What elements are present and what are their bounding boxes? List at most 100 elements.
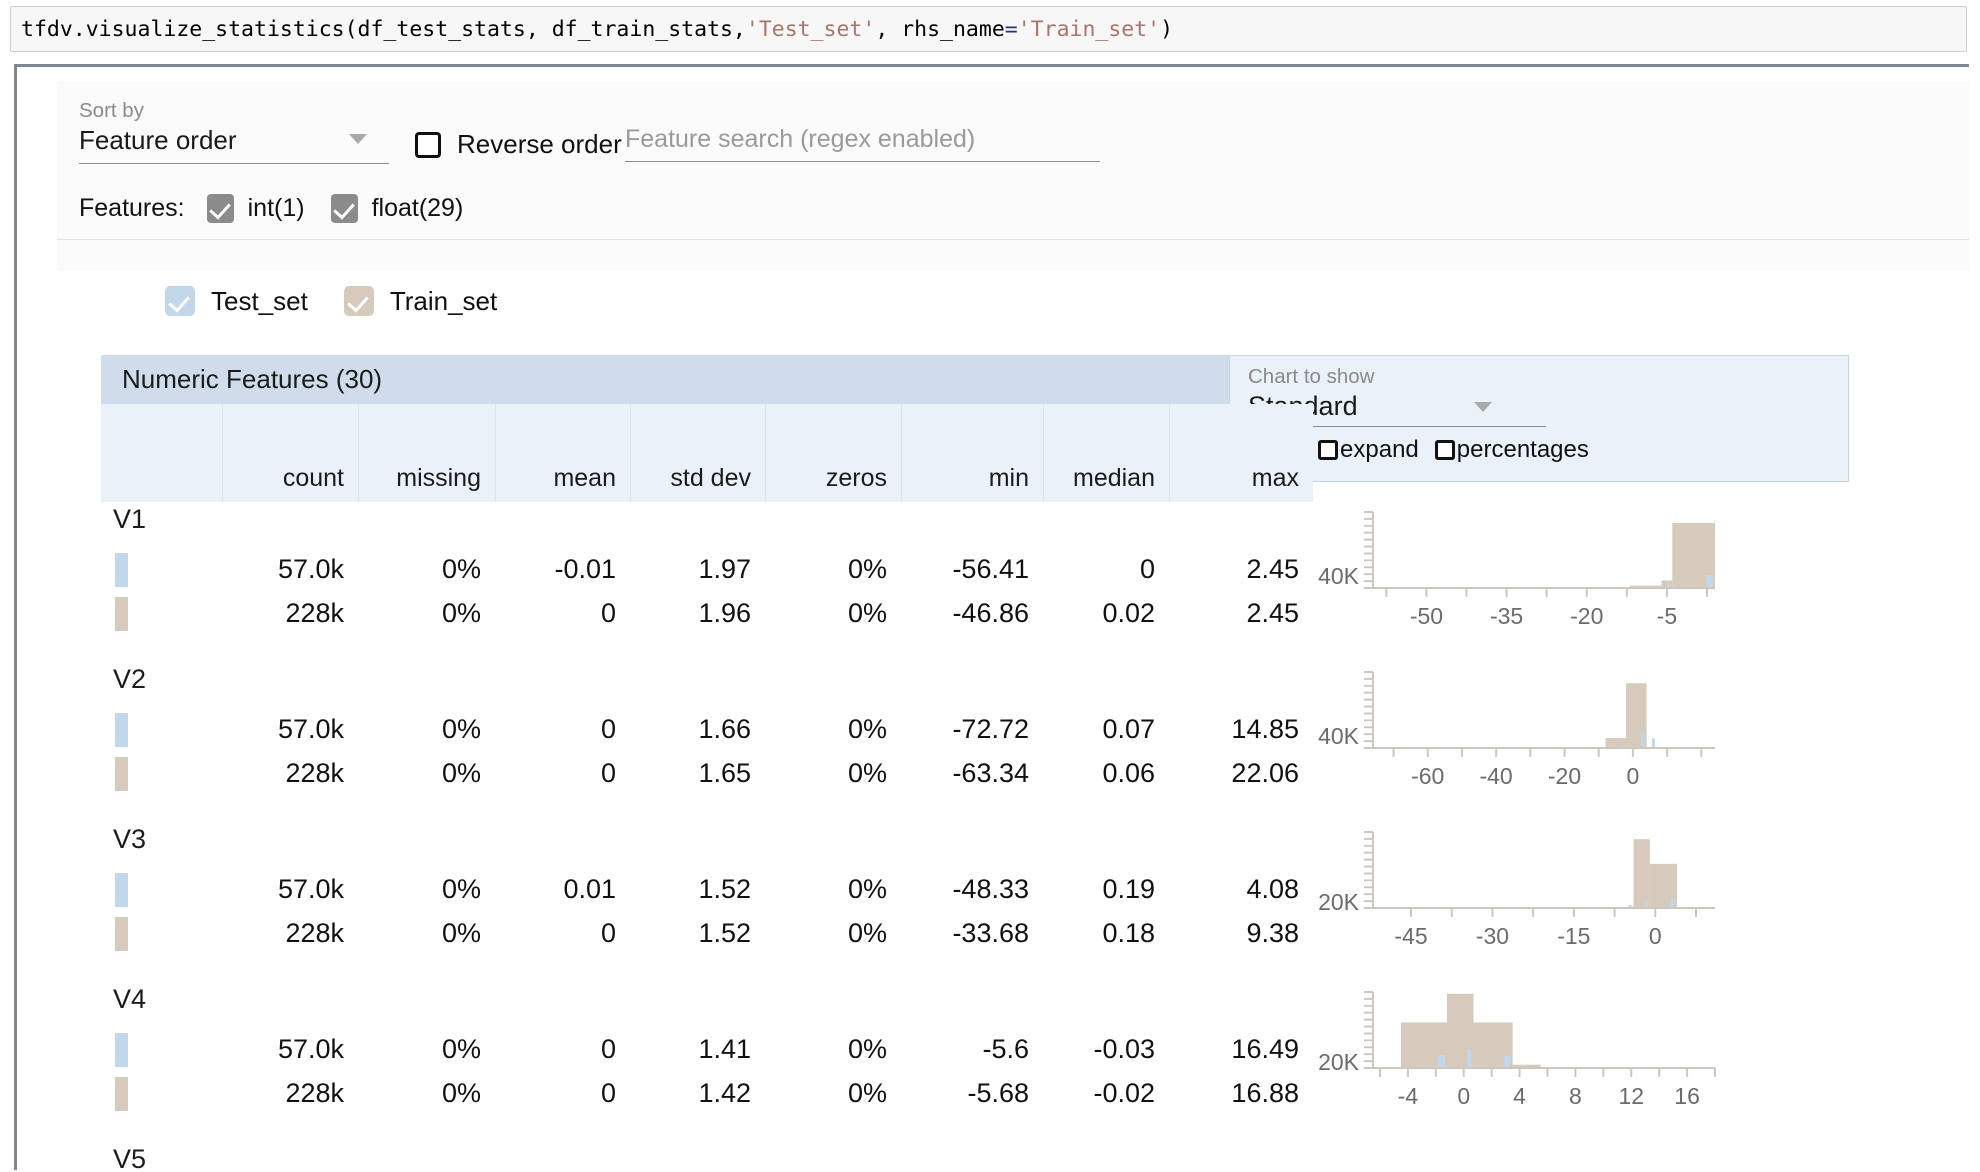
table-row: 57.0k 0% -0.01 1.97 0% -56.41 0 2.45	[101, 547, 1313, 591]
feature-name: V2	[113, 664, 147, 694]
table-row: 228k 0% 0 1.65 0% -63.34 0.06 22.06	[101, 751, 1313, 795]
cell-zeros: 0%	[847, 1033, 887, 1064]
feature-type-float-checkbox[interactable]: float(29)	[330, 194, 464, 223]
feature-type-int-checkbox[interactable]: int(1)	[206, 194, 305, 223]
reverse-order-label: Reverse order	[457, 129, 622, 159]
table-row: 228k 0% 0 1.42 0% -5.68 -0.02 16.88	[101, 1071, 1313, 1115]
cell-count: 57.0k	[277, 1033, 344, 1064]
numeric-features-title-row: Numeric Features (30)	[101, 355, 1313, 404]
x-axis-tick-label: 0	[1627, 763, 1640, 789]
reverse-order-checkbox[interactable]: Reverse order	[415, 129, 622, 160]
dataset-toggle-train-set[interactable]: Train_set	[343, 286, 497, 317]
cell-max: 14.85	[1231, 713, 1299, 744]
checkbox-checked-icon	[330, 194, 358, 223]
feature-type-float-label: float(29)	[371, 194, 464, 222]
feature-name: V3	[113, 824, 147, 854]
feature-type-int-label: int(1)	[247, 194, 305, 222]
cell-count: 228k	[285, 597, 344, 628]
cell-count: 57.0k	[277, 553, 344, 584]
column-header-min[interactable]: min	[901, 404, 1043, 502]
checkbox-checked-icon	[206, 194, 234, 223]
cell-max: 22.06	[1231, 757, 1299, 788]
column-header-missing[interactable]: missing	[358, 404, 495, 502]
y-axis-tick-label: 20K	[1318, 1049, 1360, 1075]
cell-mean: 0	[600, 1033, 616, 1064]
histogram-bar-test	[1651, 738, 1655, 748]
feature-histogram[interactable]: 20K -4 0 4 8 12 16	[1313, 984, 1743, 1112]
cell-mean: 0	[600, 757, 616, 788]
cell-count: 228k	[285, 1077, 344, 1108]
column-header-max[interactable]: max	[1169, 404, 1313, 502]
sort-by-value: Feature order	[79, 125, 237, 155]
feature-search-placeholder: Feature search (regex enabled)	[625, 125, 976, 153]
x-axis-tick-label: 8	[1569, 1083, 1582, 1109]
checkbox-checked-icon	[343, 286, 374, 316]
cell-mean: 0	[600, 1077, 616, 1108]
feature-histogram[interactable]: 20K -45 -30 -15 0	[1313, 824, 1743, 952]
cell-min: -5.6	[982, 1033, 1029, 1064]
cell-std-dev: 1.41	[698, 1033, 751, 1064]
histogram-bar-train	[1661, 580, 1673, 588]
cell-mean: 0.01	[563, 873, 616, 904]
cell-std-dev: 1.96	[698, 597, 751, 628]
cell-zeros: 0%	[847, 757, 887, 788]
cell-zeros: 0%	[847, 873, 887, 904]
feature-block: V2 57.0k 0% 0 1.66 0% -72.72 0.07 14.85 228k 0% 0 1.…	[101, 662, 1969, 822]
x-axis-tick-label: -20	[1570, 603, 1603, 629]
feature-histogram[interactable]: 40K -60 -40 -20 0	[1313, 664, 1743, 792]
column-header-median[interactable]: median	[1043, 404, 1169, 502]
cell-max: 2.45	[1246, 553, 1299, 584]
column-header-std-dev[interactable]: std dev	[630, 404, 765, 502]
cell-median: 0	[1139, 553, 1155, 584]
code-equals: =	[1004, 16, 1018, 42]
x-axis-tick-label: -30	[1476, 923, 1509, 949]
x-axis-tick-label: -5	[1657, 603, 1677, 629]
feature-histogram[interactable]: 40K -50 -35 -20 -5	[1313, 504, 1743, 632]
feature-name: V1	[113, 504, 147, 534]
y-axis-tick-label: 20K	[1318, 889, 1360, 915]
code-arg-train-set: 'Train_set'	[1017, 16, 1161, 42]
table-row: 57.0k 0% 0 1.66 0% -72.72 0.07 14.85	[101, 707, 1313, 751]
histogram-bar-test	[1641, 733, 1645, 748]
dataset-color-swatch	[115, 1077, 128, 1111]
feature-name: V4	[113, 984, 147, 1014]
cell-count: 228k	[285, 917, 344, 948]
histogram-axis	[1372, 512, 1715, 589]
x-axis-tick-label: -4	[1398, 1083, 1419, 1109]
feature-type-row: Features: int(1) float(29)	[57, 178, 1969, 240]
cell-mean: 0	[600, 597, 616, 628]
cell-max: 16.49	[1231, 1033, 1299, 1064]
controls-panel: Sort by Feature order Reverse order Feat…	[57, 81, 1969, 271]
code-cell-text: tfdv.visualize_statistics(df_test_stats,…	[11, 17, 1173, 42]
cell-mean: -0.01	[554, 553, 616, 584]
dataset-toggle-test-set[interactable]: Test_set	[165, 286, 308, 317]
chevron-down-icon	[1474, 402, 1492, 412]
cell-min: -48.33	[952, 873, 1029, 904]
chart-option-expand-label: expand	[1340, 436, 1419, 463]
cell-min: -63.34	[952, 757, 1029, 788]
histogram-bar-test	[1437, 1054, 1445, 1068]
x-axis-tick-label: 0	[1649, 923, 1662, 949]
column-header-mean[interactable]: mean	[495, 404, 630, 502]
cell-max: 16.88	[1231, 1077, 1299, 1108]
code-cell[interactable]: tfdv.visualize_statistics(df_test_stats,…	[10, 6, 1967, 52]
sort-by-select[interactable]: Feature order	[79, 125, 389, 164]
column-header-zeros[interactable]: zeros	[765, 404, 901, 502]
cell-std-dev: 1.66	[698, 713, 751, 744]
dataset-label-test-set: Test_set	[211, 285, 308, 316]
chart-option-percentages[interactable]: percentages	[1434, 436, 1599, 464]
table-row: 228k 0% 0 1.96 0% -46.86 0.02 2.45	[101, 591, 1313, 635]
histogram-bar-test	[1706, 575, 1713, 588]
x-axis-tick-label: -40	[1479, 763, 1512, 789]
cell-zeros: 0%	[847, 713, 887, 744]
column-header-count[interactable]: count	[222, 404, 358, 502]
cell-count: 57.0k	[277, 873, 344, 904]
x-axis-tick-label: 0	[1457, 1083, 1470, 1109]
chart-option-expand[interactable]: expand	[1318, 436, 1429, 464]
histogram-bar-test	[1670, 898, 1675, 908]
column-header-label: median	[1073, 464, 1155, 492]
dataset-color-swatch	[115, 597, 128, 631]
dataset-color-swatch	[115, 553, 128, 587]
cell-zeros: 0%	[847, 917, 887, 948]
feature-search-input[interactable]: Feature search (regex enabled)	[625, 125, 1100, 162]
